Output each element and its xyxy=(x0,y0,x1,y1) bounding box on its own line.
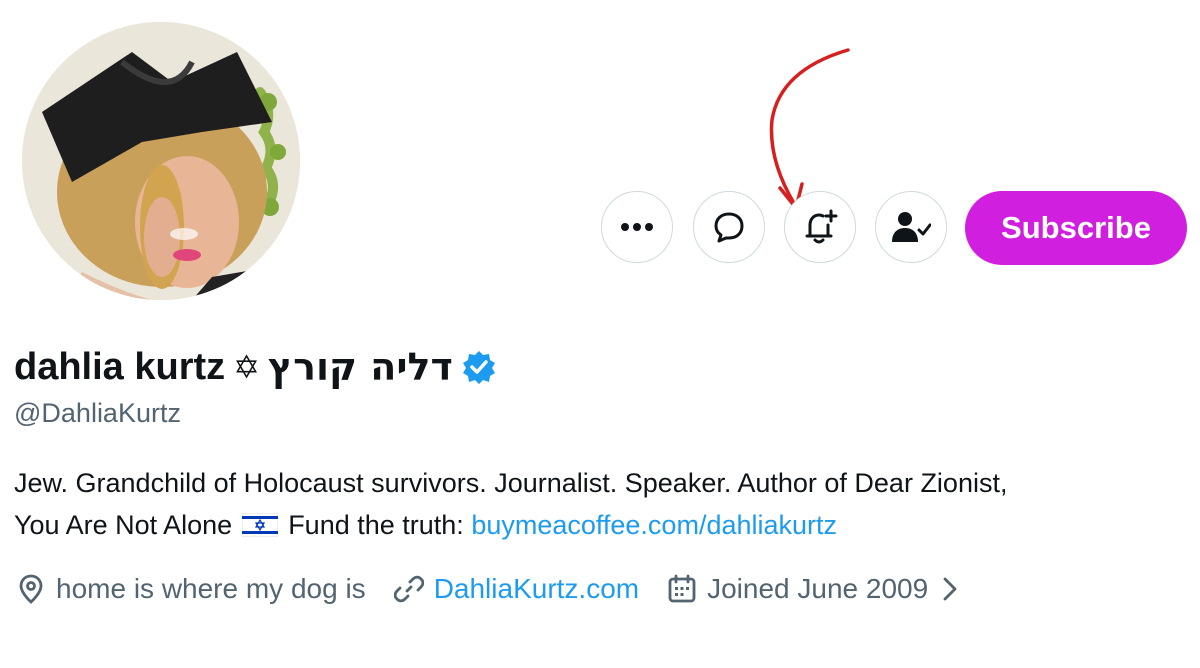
subscribe-button[interactable]: Subscribe xyxy=(965,191,1187,265)
profile-handle: @DahliaKurtz xyxy=(14,398,181,428)
message-button[interactable] xyxy=(693,191,765,263)
bio-book-title: You Are Not Alone xyxy=(14,510,233,540)
bio-coffee-link[interactable]: buymeacoffee.com/dahliakurtz xyxy=(471,504,837,546)
calendar-icon xyxy=(668,574,696,603)
link-icon xyxy=(393,575,424,603)
joined-item: Joined June 2009 xyxy=(667,573,958,605)
location-text: home is where my dog is xyxy=(56,573,366,604)
hebrew-name: דליה קורץ xyxy=(267,345,453,389)
following-button[interactable] xyxy=(875,191,947,263)
bio-fund-text: Fund the truth: xyxy=(288,510,464,540)
more-icon xyxy=(621,223,653,231)
bell-plus-icon xyxy=(805,209,838,244)
notifications-button[interactable] xyxy=(784,191,856,263)
more-button[interactable] xyxy=(601,191,673,263)
display-name: dahlia kurtz xyxy=(14,345,226,388)
profile-avatar[interactable] xyxy=(22,22,300,300)
israel-flag-icon xyxy=(242,513,279,537)
profile-meta: home is where my dog is DahliaKurtz.com … xyxy=(16,568,986,610)
person-check-icon xyxy=(892,212,931,242)
location-pin-icon xyxy=(19,574,43,604)
chevron-right-icon[interactable] xyxy=(942,576,958,602)
joined-text: Joined June 2009 xyxy=(707,573,929,604)
message-icon xyxy=(714,212,744,243)
profile-bio: Jew. Grandchild of Holocaust survivors. … xyxy=(14,462,1194,546)
verified-badge-icon[interactable] xyxy=(461,349,497,385)
profile-name-row: dahlia kurtz ✡ דליה קורץ xyxy=(14,341,497,393)
bio-line-2: You Are Not Alone Fund the truth: buymea… xyxy=(14,504,1194,546)
star-of-david-symbol: ✡ xyxy=(233,348,260,386)
website-item[interactable]: DahliaKurtz.com xyxy=(393,573,639,605)
bio-line-1: Jew. Grandchild of Holocaust survivors. … xyxy=(14,468,1008,498)
website-link[interactable]: DahliaKurtz.com xyxy=(434,573,639,605)
location-item: home is where my dog is xyxy=(16,573,366,605)
